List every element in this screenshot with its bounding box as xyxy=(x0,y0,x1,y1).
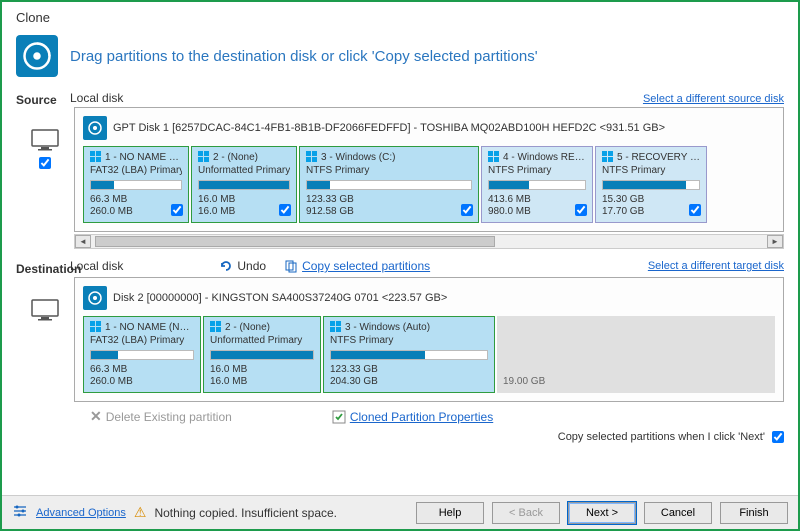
partition-checkbox[interactable] xyxy=(575,204,587,216)
partition[interactable]: 1 - NO NAME (Non FAT32 (LBA) Primary 66.3 … xyxy=(83,146,189,223)
page-subtitle: Drag partitions to the destination disk … xyxy=(70,48,538,65)
select-target-link[interactable]: Select a different target disk xyxy=(648,260,784,272)
partition[interactable]: 3 - Windows (Auto) NTFS Primary 123.33 GB2… xyxy=(323,316,495,393)
partition-name: 2 - (None) xyxy=(213,152,258,163)
partition-checkbox[interactable] xyxy=(279,204,291,216)
properties-icon xyxy=(332,410,346,424)
undo-button[interactable]: Undo xyxy=(219,259,266,273)
usage-bar xyxy=(90,350,194,360)
select-source-link[interactable]: Select a different source disk xyxy=(643,93,784,105)
partition[interactable]: 1 - NO NAME (None) FAT32 (LBA) Primary 66.… xyxy=(83,316,201,393)
partition-sizes: 15.30 GB17.70 GB xyxy=(602,194,700,218)
partition-fs: Unformatted Primary xyxy=(198,165,290,176)
partition-name: 5 - RECOVERY (D:) xyxy=(617,152,700,163)
partition-checkbox[interactable] xyxy=(171,204,183,216)
partition-checkbox[interactable] xyxy=(689,204,701,216)
windows-icon xyxy=(90,151,102,163)
footer-bar: Advanced Options ⚠ Nothing copied. Insuf… xyxy=(2,495,798,529)
status-text: Nothing copied. Insufficient space. xyxy=(154,506,337,520)
partition-sizes: 413.6 MB980.0 MB xyxy=(488,194,586,218)
delete-icon: ✕ xyxy=(90,408,102,425)
scroll-thumb[interactable] xyxy=(95,236,495,247)
dest-disk-title: Disk 2 [00000000] - KINGSTON SA400S37240… xyxy=(113,292,447,304)
usage-bar xyxy=(488,180,586,190)
delete-partition-button[interactable]: ✕ Delete Existing partition xyxy=(90,408,232,425)
finish-button[interactable]: Finish xyxy=(720,502,788,524)
copy-selected-button[interactable]: Copy selected partitions xyxy=(284,259,430,273)
copy-icon xyxy=(284,259,298,273)
copy-on-next-checkbox[interactable] xyxy=(772,431,784,443)
warning-icon: ⚠ xyxy=(134,504,147,521)
back-button[interactable]: < Back xyxy=(492,502,560,524)
partition-sizes: 16.0 MB16.0 MB xyxy=(198,194,290,218)
cloned-properties-button[interactable]: Cloned Partition Properties xyxy=(332,410,493,424)
partition-sizes: 123.33 GB204.30 GB xyxy=(330,364,488,388)
destination-label: Destination xyxy=(2,260,70,276)
partition[interactable]: 3 - Windows (C:) NTFS Primary 123.33 GB912… xyxy=(299,146,479,223)
copy-on-next-label: Copy selected partitions when I click 'N… xyxy=(558,431,765,443)
scroll-left-button[interactable]: ◄ xyxy=(75,235,91,248)
partition[interactable]: 4 - Windows RE tools ( NTFS Primary 413.6 … xyxy=(481,146,593,223)
partition-sizes: 123.33 GB912.58 GB xyxy=(306,194,472,218)
clone-icon xyxy=(16,35,58,77)
windows-icon xyxy=(198,151,210,163)
partition-name: 3 - Windows (Auto) xyxy=(345,322,430,333)
partition-name: 3 - Windows (C:) xyxy=(321,152,395,163)
partition-name: 2 - (None) xyxy=(225,322,270,333)
partition-fs: Unformatted Primary xyxy=(210,335,314,346)
source-disk-checkbox[interactable] xyxy=(39,157,51,169)
windows-icon xyxy=(90,321,102,333)
windows-icon xyxy=(306,151,318,163)
next-button[interactable]: Next > xyxy=(568,502,636,524)
usage-bar xyxy=(198,180,290,190)
partition-sizes: 66.3 MB260.0 MB xyxy=(90,364,194,388)
partition-name: 1 - NO NAME (None) xyxy=(105,322,194,333)
cancel-button[interactable]: Cancel xyxy=(644,502,712,524)
windows-icon xyxy=(210,321,222,333)
partition[interactable]: 5 - RECOVERY (D:) NTFS Primary 15.30 GB17.… xyxy=(595,146,707,223)
source-label: Source xyxy=(2,91,70,107)
dest-disk-panel: Disk 2 [00000000] - KINGSTON SA400S37240… xyxy=(74,277,784,402)
source-local-disk-label: Local disk xyxy=(70,91,123,105)
partition[interactable]: 2 - (None) Unformatted Primary 16.0 MB16.0… xyxy=(203,316,321,393)
partition-fs: NTFS Primary xyxy=(306,165,472,176)
partition-fs: NTFS Primary xyxy=(602,165,700,176)
undo-icon xyxy=(219,259,233,273)
advanced-options-link[interactable]: Advanced Options xyxy=(36,507,126,519)
partition[interactable]: 2 - (None) Unformatted Primary 16.0 MB16.0… xyxy=(191,146,297,223)
partition-sizes: 66.3 MB260.0 MB xyxy=(90,194,182,218)
partition-checkbox[interactable] xyxy=(461,204,473,216)
partition-fs: FAT32 (LBA) Primary xyxy=(90,165,182,176)
partition-name: 1 - NO NAME (Non xyxy=(105,152,182,163)
usage-bar xyxy=(602,180,700,190)
unallocated-space[interactable]: 19.00 GB xyxy=(497,316,775,393)
usage-bar xyxy=(306,180,472,190)
usage-bar xyxy=(90,180,182,190)
windows-icon xyxy=(330,321,342,333)
partition-fs: NTFS Primary xyxy=(488,165,586,176)
partition-name: 4 - Windows RE tools ( xyxy=(503,152,586,163)
window-title: Clone xyxy=(16,10,784,25)
scroll-right-button[interactable]: ► xyxy=(767,235,783,248)
hdd-icon xyxy=(83,286,107,310)
windows-icon xyxy=(602,151,614,163)
monitor-icon xyxy=(31,299,59,321)
help-button[interactable]: Help xyxy=(416,502,484,524)
windows-icon xyxy=(488,151,500,163)
monitor-icon xyxy=(31,129,59,151)
usage-bar xyxy=(330,350,488,360)
source-disk-panel: GPT Disk 1 [6257DCAC-84C1-4FB1-8B1B-DF20… xyxy=(74,107,784,232)
source-disk-title: GPT Disk 1 [6257DCAC-84C1-4FB1-8B1B-DF20… xyxy=(113,122,665,134)
partition-fs: FAT32 (LBA) Primary xyxy=(90,335,194,346)
hdd-icon xyxy=(83,116,107,140)
partition-fs: NTFS Primary xyxy=(330,335,488,346)
usage-bar xyxy=(210,350,314,360)
source-scrollbar[interactable]: ◄ ► xyxy=(74,234,784,249)
partition-sizes: 16.0 MB16.0 MB xyxy=(210,364,314,388)
sliders-icon xyxy=(12,503,28,522)
dest-local-disk-label: Local disk xyxy=(70,259,123,273)
